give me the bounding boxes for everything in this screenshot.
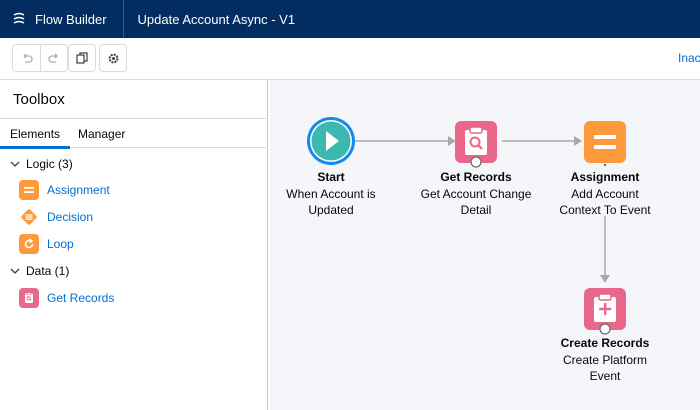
assignment-icon xyxy=(19,180,39,200)
connector-arrow xyxy=(574,136,582,146)
node-title: Create Records xyxy=(560,336,650,350)
connector-arrow xyxy=(600,275,610,283)
node-title: Assignment xyxy=(570,170,640,184)
undo-button[interactable] xyxy=(13,45,40,71)
tab-manager[interactable]: Manager xyxy=(78,127,125,141)
section-data-label: Data (1) xyxy=(26,264,70,278)
copy-icon xyxy=(76,52,88,64)
section-logic-label: Logic (3) xyxy=(26,157,73,171)
toolbox-item-decision[interactable]: Decision xyxy=(19,207,93,227)
active-tab-indicator xyxy=(0,146,70,149)
chevron-down-icon xyxy=(10,268,20,274)
node-subtitle: Updated xyxy=(308,203,354,217)
toolbox-item-loop[interactable]: Loop xyxy=(19,234,74,254)
node-subtitle: Context To Event xyxy=(559,203,651,217)
settings-button[interactable] xyxy=(99,44,127,72)
create-records-node[interactable] xyxy=(584,288,626,335)
chevron-down-icon xyxy=(10,161,20,167)
loop-icon xyxy=(19,234,39,254)
status-text[interactable]: Inac xyxy=(678,51,700,65)
app-header: Flow Builder Update Account Async - V1 xyxy=(0,0,700,38)
node-title: Get Records xyxy=(440,170,512,184)
get-records-icon xyxy=(455,121,497,168)
redo-icon xyxy=(48,53,58,63)
tab-elements[interactable]: Elements xyxy=(10,127,60,141)
node-subtitle: Detail xyxy=(460,203,492,217)
flow-canvas[interactable]: Start When Account is Updated Get Record… xyxy=(270,80,700,410)
copy-button[interactable] xyxy=(68,44,96,72)
node-subtitle: Event xyxy=(589,369,621,383)
toolbox-item-assignment[interactable]: Assignment xyxy=(19,180,110,200)
undo-redo-group xyxy=(12,44,68,72)
section-data[interactable]: Data (1) xyxy=(10,264,69,278)
flow-builder-logo-icon xyxy=(13,12,25,24)
undo-icon xyxy=(22,53,33,63)
node-subtitle: Create Platform xyxy=(562,353,648,367)
assignment-icon xyxy=(584,121,626,167)
node-subtitle: Add Account xyxy=(571,187,639,201)
app-name: Flow Builder xyxy=(35,11,107,27)
create-records-icon xyxy=(584,288,626,335)
toolbar: Inac xyxy=(0,38,700,80)
flow-title: Update Account Async - V1 xyxy=(137,11,296,27)
brand[interactable]: Flow Builder xyxy=(0,0,123,38)
play-icon xyxy=(307,117,355,165)
decision-icon xyxy=(19,207,39,227)
get-records-node[interactable] xyxy=(455,121,497,168)
toolbox-item-label: Assignment xyxy=(47,183,110,197)
node-title: Start xyxy=(317,170,345,184)
toolbox-item-label: Loop xyxy=(47,237,74,251)
toolbox-title: Toolbox xyxy=(13,91,65,108)
assignment-node[interactable] xyxy=(584,121,626,168)
toolbox-item-label: Decision xyxy=(47,210,94,224)
node-subtitle: When Account is xyxy=(286,187,376,201)
start-node[interactable] xyxy=(306,116,356,166)
section-logic[interactable]: Logic (3) xyxy=(10,157,73,171)
redo-button[interactable] xyxy=(40,45,67,71)
toolbox-panel: Toolbox Elements Manager Logic (3) Assig… xyxy=(0,80,268,410)
get-records-icon xyxy=(19,288,39,308)
gear-icon xyxy=(108,53,118,63)
node-subtitle: Get Account Change xyxy=(420,187,532,201)
toolbox-tabs: Elements Manager xyxy=(0,118,268,149)
toolbox-item-label: Get Records xyxy=(47,291,115,305)
toolbox-item-get-records[interactable]: Get Records xyxy=(19,288,114,308)
